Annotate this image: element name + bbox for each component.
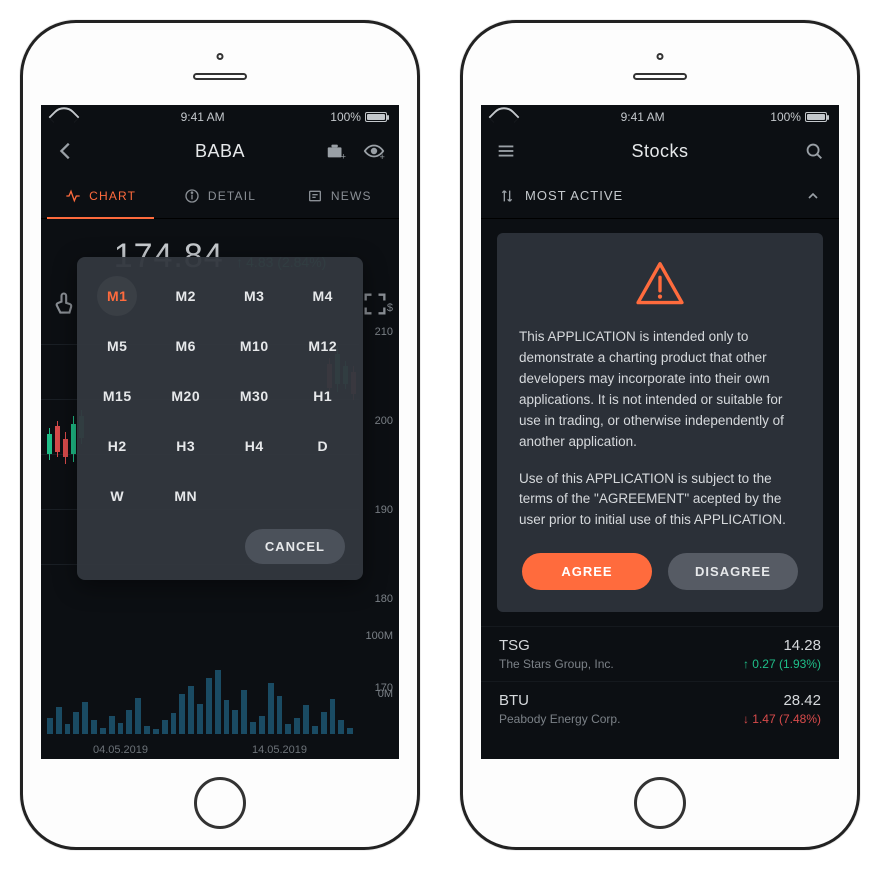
- news-icon: [307, 188, 323, 204]
- disclaimer-panel: This APPLICATION is intended only to dem…: [497, 233, 823, 612]
- wifi-icon: [53, 106, 75, 128]
- phone-camera-dot: [217, 53, 224, 60]
- screen-2: 9:41 AM 100% Stocks: [481, 105, 839, 759]
- timeframe-option-m20[interactable]: M20: [152, 371, 221, 421]
- touch-mode-icon[interactable]: [51, 290, 79, 318]
- tabs: CHART DETAIL NEWS: [41, 173, 399, 219]
- timeframe-option-m1[interactable]: M1: [83, 271, 152, 321]
- phone-frame-2: 9:41 AM 100% Stocks: [460, 20, 860, 850]
- timeframe-option-h3[interactable]: H3: [152, 421, 221, 471]
- stock-price: 28.42: [783, 692, 821, 709]
- timeframe-option-h2[interactable]: H2: [83, 421, 152, 471]
- screen-1: 9:41 AM 100% BABA +: [41, 105, 399, 759]
- back-icon[interactable]: [55, 140, 77, 162]
- eye-add-icon[interactable]: +: [363, 140, 385, 162]
- cancel-button[interactable]: CANCEL: [245, 529, 345, 564]
- tab-news-label: NEWS: [331, 189, 372, 203]
- agree-button[interactable]: AGREE: [522, 553, 652, 590]
- home-button[interactable]: [194, 777, 246, 829]
- stock-symbol: TSG: [499, 637, 530, 654]
- battery-icon: [365, 112, 387, 122]
- y-unit: $: [387, 302, 393, 314]
- timeframe-option-m15[interactable]: M15: [83, 371, 152, 421]
- disagree-button[interactable]: DISAGREE: [668, 553, 798, 590]
- timeframe-option-m2[interactable]: M2: [152, 271, 221, 321]
- page-header: BABA + +: [41, 129, 399, 173]
- briefcase-add-icon[interactable]: +: [325, 140, 347, 162]
- page-title: BABA: [195, 141, 245, 162]
- status-battery-pct: 100%: [330, 110, 361, 124]
- pulse-icon: [65, 188, 81, 204]
- timeframe-option-m5[interactable]: M5: [83, 321, 152, 371]
- timeframe-option-h1[interactable]: H1: [289, 371, 358, 421]
- battery-icon: [805, 112, 827, 122]
- warning-icon: [519, 257, 801, 311]
- phone-frame-1: 9:41 AM 100% BABA +: [20, 20, 420, 850]
- timeframe-option-m4[interactable]: M4: [289, 271, 358, 321]
- timeframe-option-w[interactable]: W: [83, 471, 152, 521]
- tab-detail[interactable]: DETAIL: [160, 173, 279, 218]
- status-time: 9:41 AM: [181, 110, 225, 124]
- tab-news[interactable]: NEWS: [280, 173, 399, 218]
- fullscreen-icon[interactable]: [361, 290, 389, 318]
- status-bar: 9:41 AM 100%: [41, 105, 399, 129]
- stock-change: ↑ 0.27 (1.93%): [743, 657, 821, 671]
- stock-row-tsg[interactable]: TSG 14.28 The Stars Group, Inc. ↑ 0.27 (1.9…: [481, 626, 839, 681]
- menu-icon[interactable]: [495, 140, 517, 162]
- volume-series: [47, 654, 353, 734]
- stock-name: Peabody Energy Corp.: [499, 712, 620, 726]
- info-icon: [184, 188, 200, 204]
- tab-chart-label: CHART: [89, 189, 136, 203]
- status-bar: 9:41 AM 100%: [481, 105, 839, 129]
- timeframe-modal: M1M2M3M4M5M6M10M12M15M20M30H1H2H3H4DWMN …: [77, 257, 363, 580]
- status-time: 9:41 AM: [621, 110, 665, 124]
- stock-change: ↓ 1.47 (7.48%): [743, 712, 821, 726]
- svg-text:+: +: [341, 151, 346, 161]
- phone-camera-dot: [657, 53, 664, 60]
- chevron-up-icon: [805, 188, 821, 204]
- timeframe-option-h4[interactable]: H4: [220, 421, 289, 471]
- disclaimer-p1: This APPLICATION is intended only to dem…: [519, 327, 801, 453]
- sort-icon: [499, 188, 515, 204]
- wifi-icon: [493, 106, 515, 128]
- stock-symbol: BTU: [499, 692, 529, 709]
- timeframe-option-d[interactable]: D: [289, 421, 358, 471]
- timeframe-option-m10[interactable]: M10: [220, 321, 289, 371]
- disclaimer-p2: Use of this APPLICATION is subject to th…: [519, 469, 801, 532]
- page-header: Stocks: [481, 129, 839, 173]
- search-icon[interactable]: [803, 140, 825, 162]
- sort-label: MOST ACTIVE: [525, 188, 623, 203]
- tab-chart[interactable]: CHART: [41, 173, 160, 218]
- stock-price: 14.28: [783, 637, 821, 654]
- timeframe-option-mn[interactable]: MN: [152, 471, 221, 521]
- timeframe-option-m12[interactable]: M12: [289, 321, 358, 371]
- status-battery-pct: 100%: [770, 110, 801, 124]
- stocks-list: TSG 14.28 The Stars Group, Inc. ↑ 0.27 (1.9…: [481, 626, 839, 736]
- home-button[interactable]: [634, 777, 686, 829]
- timeframe-option-m30[interactable]: M30: [220, 371, 289, 421]
- page-title: Stocks: [631, 141, 688, 162]
- tab-detail-label: DETAIL: [208, 189, 256, 203]
- stock-row-btu[interactable]: BTU 28.42 Peabody Energy Corp. ↓ 1.47 (7.48…: [481, 681, 839, 736]
- phone-speaker: [193, 73, 247, 80]
- timeframe-option-m6[interactable]: M6: [152, 321, 221, 371]
- phone-speaker: [633, 73, 687, 80]
- stock-name: The Stars Group, Inc.: [499, 657, 614, 671]
- sort-bar[interactable]: MOST ACTIVE: [481, 173, 839, 219]
- timeframe-option-m3[interactable]: M3: [220, 271, 289, 321]
- x-axis: 04.05.2019 14.05.2019: [41, 744, 359, 756]
- svg-text:+: +: [380, 152, 385, 162]
